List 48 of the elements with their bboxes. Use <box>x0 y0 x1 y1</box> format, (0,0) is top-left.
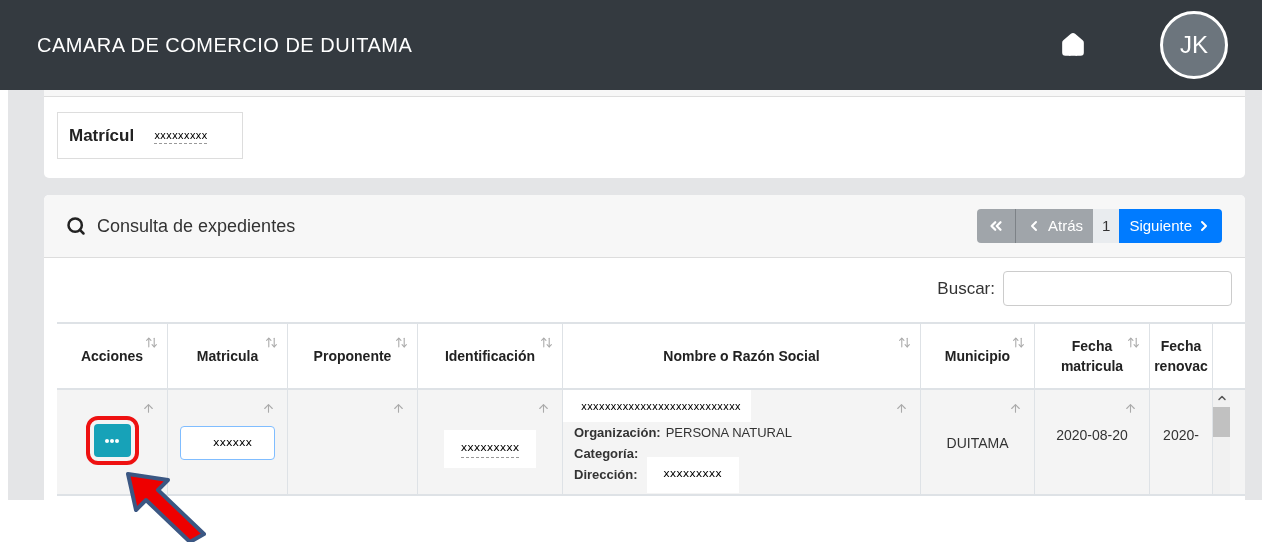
column-header[interactable]: Fecha renovac <box>1150 324 1213 388</box>
redacted-value: xxxxxxxxx <box>663 466 722 483</box>
ellipsis-icon <box>105 438 119 443</box>
sort-arrow-icon <box>392 402 405 415</box>
sort-icon <box>898 336 911 349</box>
next-button[interactable]: Siguiente <box>1119 209 1222 243</box>
user-avatar[interactable]: JK <box>1160 11 1228 79</box>
cell-text: 2020-08-20 <box>1056 426 1128 445</box>
redacted-value: xxxxxxxxx <box>460 440 520 458</box>
sort-icon <box>395 336 408 349</box>
filter-field[interactable]: Matrícul xxxxxxxxx <box>57 112 243 159</box>
scroll-thumb[interactable] <box>1213 407 1230 437</box>
column-header[interactable]: Proponente <box>288 324 418 388</box>
sort-icon <box>265 336 278 349</box>
redacted-value: xxxxxxxxx <box>154 127 208 144</box>
panel-title: Consulta de expedientes <box>97 214 297 238</box>
column-header[interactable]: Municipio <box>921 324 1035 388</box>
sort-arrow-icon <box>1124 402 1137 415</box>
search-icon <box>66 216 86 236</box>
search-field[interactable] <box>1003 271 1232 306</box>
page-button[interactable]: 1 <box>1093 209 1120 243</box>
field-label: Organización: <box>574 423 661 442</box>
sort-arrow-icon <box>142 402 155 415</box>
sort-icon <box>1012 336 1025 349</box>
column-header[interactable]: Matricula <box>168 324 288 388</box>
sort-arrow-icon <box>895 402 908 415</box>
column-header[interactable]: Identificación <box>418 324 563 388</box>
field-label: Matrícul <box>69 124 135 147</box>
column-header[interactable]: Fecha matricula <box>1035 324 1150 388</box>
sort-icon <box>540 336 553 349</box>
field-value: PERSONA NATURAL <box>665 423 792 442</box>
home-icon[interactable] <box>1060 32 1086 58</box>
sort-arrow-icon <box>262 402 275 415</box>
column-header[interactable]: Nombre o Razón Social <box>563 324 921 388</box>
matricula-field[interactable]: xxxxxx <box>180 426 275 460</box>
sort-arrow-icon <box>1009 402 1022 415</box>
redacted-name: xxxxxxxxxxxxxxxxxxxxxxxxxxx <box>581 399 741 414</box>
column-header[interactable]: Acciones <box>57 324 168 388</box>
sort-icon <box>1127 336 1140 349</box>
sort-arrow-icon <box>537 402 550 415</box>
search-label: Buscar: <box>937 277 995 300</box>
cell-text: 2020- <box>1163 426 1199 445</box>
field-label: Dirección: <box>574 465 638 484</box>
cell-text: DUITAMA <box>946 434 1009 453</box>
field-label: Categoría: <box>574 444 639 463</box>
app-title: CAMARA DE COMERCIO DE DUITAMA <box>37 33 414 58</box>
redacted-value: xxxxxx <box>213 434 253 451</box>
sort-icon <box>145 336 158 349</box>
